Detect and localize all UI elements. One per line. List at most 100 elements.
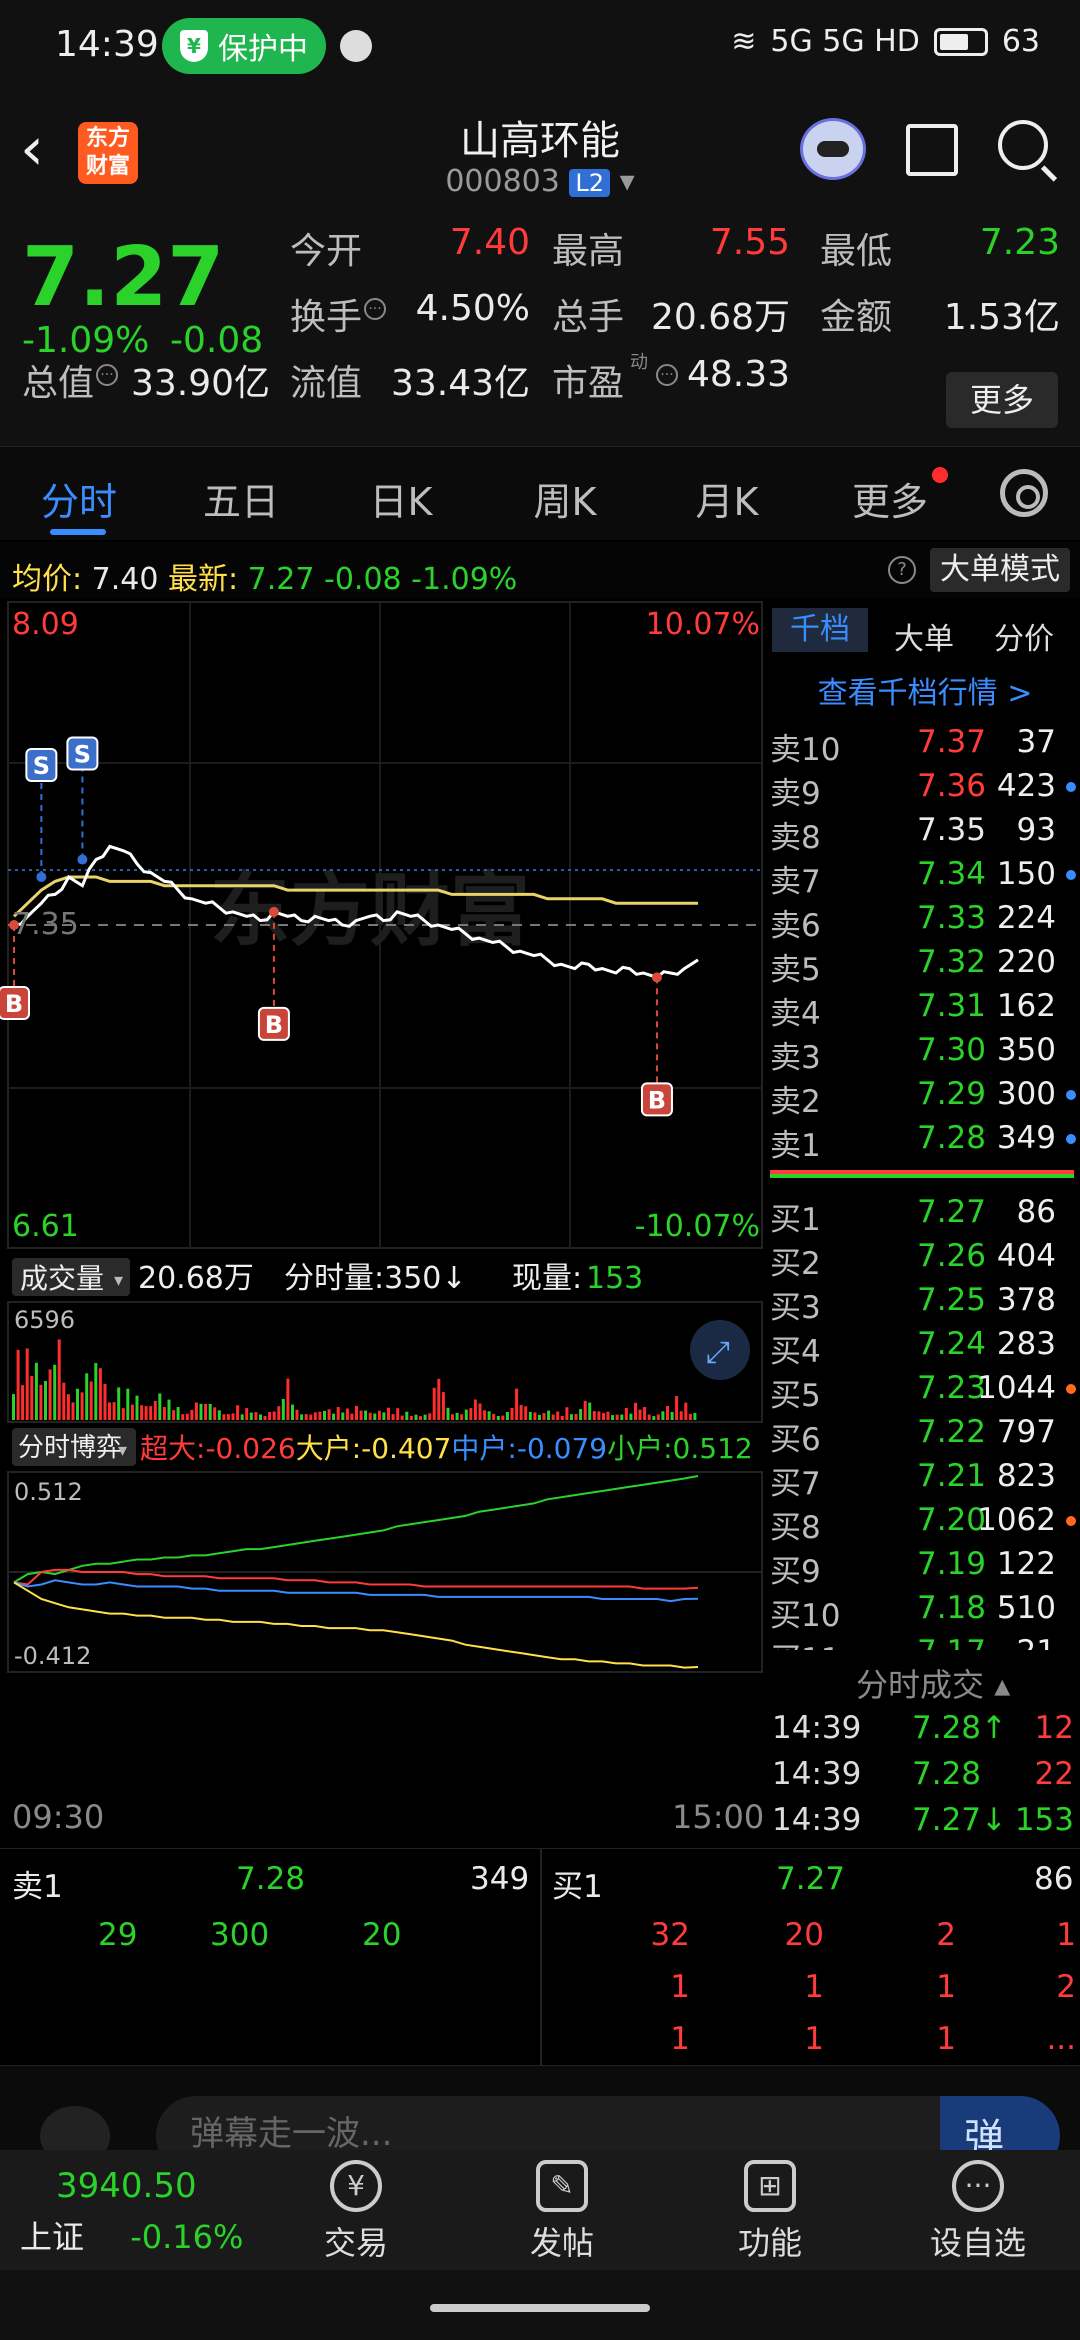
tab-3[interactable]: 周K [510,471,620,526]
nav-functions[interactable]: ⊞ 功能 [690,2160,850,2264]
tab-4[interactable]: 月K [672,471,782,526]
volume-bar [505,1412,509,1420]
tab-big-orders[interactable]: 大单 [876,614,972,658]
gear-icon[interactable] [1000,469,1048,517]
robot-assistant-icon[interactable] [800,118,866,180]
intraday-chart[interactable]: 东方财富 S S B B B 8.09 10.07% 7.35 6.61 -10.07%… [0,598,766,1848]
volume-bar [30,1376,34,1420]
ask-row[interactable]: 卖8 7.35 93 [770,808,1080,856]
bid-row[interactable]: 买5 7.23 1044 [770,1366,1080,1414]
volume-bar [103,1383,107,1420]
big-order-mode-button[interactable]: 大单模式 [930,548,1070,592]
nav-post[interactable]: ✎ 发帖 [482,2160,642,2264]
volume-bar [281,1399,285,1420]
tick-title[interactable]: 分时成交 ▴ [856,1660,1010,1706]
share-icon[interactable] [906,124,958,176]
queue-ask-vol: 349 [470,1861,530,1897]
tab-1[interactable]: 五日 [186,471,296,526]
volume-bar [172,1410,176,1420]
ask-row[interactable]: 卖6 7.33 224 [770,896,1080,944]
volume-bar [144,1406,148,1420]
notification-dot [932,467,948,483]
tab-2[interactable]: 日K [346,471,456,526]
comment-list-icon[interactable] [40,2106,110,2150]
bid-row[interactable]: 买1 7.27 86 [770,1190,1080,1238]
volume-bar [423,1414,427,1420]
more-quote-button[interactable]: 更多 [946,372,1058,428]
help-icon[interactable]: ? [888,556,916,584]
bid-row[interactable]: 买3 7.25 378 [770,1278,1080,1326]
bid-label: 买9 [770,1554,821,1590]
latest-change: -0.08 [324,562,402,597]
ask-row[interactable]: 卖5 7.32 220 [770,940,1080,988]
protect-badge[interactable]: ¥ 保护中 [162,18,326,74]
view-thousand-levels-link[interactable]: 查看千档行情 > [770,668,1080,712]
danmaku-input[interactable]: 弹幕走一波... [156,2096,1056,2150]
bid-price: 7.24 [916,1326,986,1362]
volume-bar [135,1395,139,1420]
volume-bar [213,1407,217,1420]
quote-field-label: 市盈 [552,363,625,404]
bid-row[interactable]: 买9 7.19 122 [770,1542,1080,1590]
nav-add-watchlist[interactable]: ··· 设自选 [898,2160,1058,2264]
status-time: 14:39 [55,24,159,65]
volume-bar [679,1411,683,1420]
ask-row[interactable]: 卖9 7.36 423 [770,764,1080,812]
flow-axis-max: 0.512 [14,1478,83,1506]
bid-row[interactable]: 买8 7.20 1062 [770,1498,1080,1546]
home-indicator[interactable] [430,2304,650,2312]
index-ticker[interactable]: 3940.50 上证 -0.16% [20,2166,260,2258]
bid-label: 买10 [770,1598,841,1634]
grid-icon: ⊞ [744,2160,796,2212]
queue-bid-price: 7.27 [776,1861,846,1897]
volume-bar [341,1412,345,1420]
tab-thousand-levels[interactable]: 千档 [772,608,868,652]
volume-bar [579,1409,583,1420]
bid-label: 买3 [770,1290,821,1326]
volume-bar [286,1378,290,1420]
bid-row[interactable]: 买6 7.22 797 [770,1410,1080,1458]
volume-bar [112,1402,116,1420]
bid-row[interactable]: 买4 7.24 283 [770,1322,1080,1370]
bid-queue-item: 1 [670,2021,690,2057]
volume-bar [620,1414,624,1420]
bid-queue-item: 2 [936,1917,956,1953]
ask-row[interactable]: 卖3 7.30 350 [770,1028,1080,1076]
info-icon[interactable]: ··· [96,364,118,386]
volume-bar [414,1414,418,1420]
volume-bar [62,1382,66,1420]
ask-volume: 220 [996,944,1056,980]
ask-row[interactable]: 卖4 7.31 162 [770,984,1080,1032]
volume-bar [158,1393,162,1420]
info-icon[interactable]: ··· [656,364,678,386]
bid-row[interactable]: 买2 7.26 404 [770,1234,1080,1282]
bid-queue-item: 1 [804,2021,824,2057]
tab-5[interactable]: 更多 [830,471,950,526]
ask-volume: 150 [996,856,1056,892]
app-header: ‹ 东方 财富 山高环能 000803 L2 ▾ [0,92,1080,212]
volume-bar [76,1388,79,1420]
volume-bar [675,1396,679,1420]
ask-row[interactable]: 卖7 7.34 150 [770,852,1080,900]
volume-bar [377,1410,381,1420]
info-icon[interactable]: ··· [364,298,386,320]
volume-bar [524,1406,528,1420]
tab-price-distribution[interactable]: 分价 [976,614,1072,658]
volume-bar [318,1411,322,1420]
bid-row[interactable]: 买10 7.18 510 [770,1586,1080,1634]
bid-row[interactable]: 买11 7.17 21 [770,1630,1080,1650]
ask-row[interactable]: 卖10 7.37 37 [770,720,1080,768]
volume-bar [583,1400,587,1420]
bid-row[interactable]: 买7 7.21 823 [770,1454,1080,1502]
nav-trade[interactable]: ¥ 交易 [276,2160,436,2264]
danmaku-send-button[interactable]: 弹 [940,2096,1060,2150]
volume-bar [57,1339,61,1420]
ask-row[interactable]: 卖2 7.29 300 [770,1072,1080,1120]
ask-row[interactable]: 卖1 7.28 349 [770,1116,1080,1164]
volume-bar [323,1410,326,1420]
search-icon[interactable] [998,120,1048,170]
wifi-icon: ≋ [731,24,757,59]
tab-0[interactable]: 分时 [24,471,134,526]
bid-label: 买5 [770,1378,821,1414]
expand-icon: ⤢ [706,1335,730,1370]
